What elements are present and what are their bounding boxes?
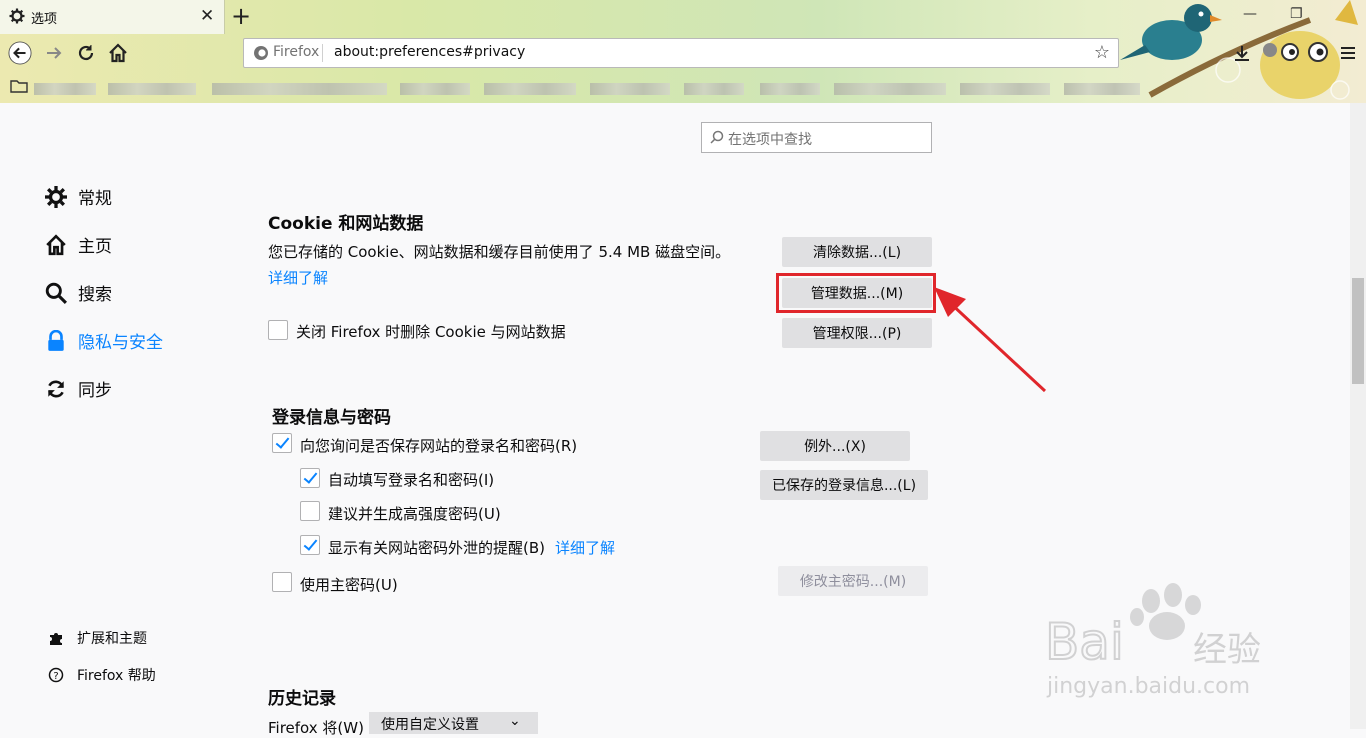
bookmark-item[interactable]: [400, 83, 470, 95]
new-tab-button[interactable]: +: [231, 2, 251, 30]
cookies-heading: Cookie 和网站数据: [268, 214, 424, 234]
search-placeholder: 在选项中查找: [728, 132, 812, 148]
vertical-scrollbar[interactable]: [1350, 103, 1366, 729]
delete-on-close-label: 关闭 Firefox 时删除 Cookie 与网站数据: [296, 323, 566, 341]
bookmark-item[interactable]: [484, 83, 576, 95]
sync-icon: [44, 377, 68, 401]
reload-icon: [78, 45, 94, 61]
download-icon[interactable]: [1233, 44, 1251, 62]
breach-alerts-checkbox[interactable]: [300, 535, 320, 555]
scrollbar-thumb[interactable]: [1352, 278, 1364, 384]
ask-save-logins-checkbox[interactable]: [272, 433, 292, 453]
bookmark-item[interactable]: [212, 83, 387, 95]
clear-data-button[interactable]: 清除数据...(L): [782, 237, 932, 267]
baidu-jingyan-watermark: Bai 经验 jingyan.baidu.com: [1045, 583, 1261, 699]
bookmark-item[interactable]: [684, 83, 744, 95]
reload-button[interactable]: [74, 41, 98, 65]
breach-alerts-label: 显示有关网站密码外泄的提醒(B): [328, 539, 545, 557]
generate-passwords-checkbox[interactable]: [300, 501, 320, 521]
firefox-icon: [254, 46, 268, 60]
lock-icon: [44, 329, 68, 353]
generate-passwords-label: 建议并生成高强度密码(U): [328, 505, 501, 523]
folder-icon[interactable]: [10, 80, 28, 93]
search-icon: [710, 130, 724, 144]
search-preferences-input[interactable]: 在选项中查找: [701, 122, 932, 153]
autofill-logins-label: 自动填写登录名和密码(I): [328, 471, 495, 489]
cookies-learn-more-link[interactable]: 详细了解: [268, 267, 328, 288]
svg-text:?: ?: [53, 671, 58, 682]
sidebar-item-sync[interactable]: 同步: [44, 376, 112, 401]
history-heading: 历史记录: [268, 689, 336, 709]
puzzle-icon: [48, 630, 64, 646]
back-button[interactable]: [8, 41, 32, 65]
sidebar-item-label: 搜索: [78, 285, 112, 305]
sidebar-item-label: 隐私与安全: [78, 333, 163, 353]
sidebar-item-label: 常规: [78, 189, 112, 209]
annotation-highlight-box: [776, 273, 936, 313]
sidebar-item-addons[interactable]: 扩展和主题: [48, 628, 147, 648]
sidebar-item-search[interactable]: 搜索: [44, 280, 112, 305]
home-icon: [44, 233, 68, 257]
master-password-label: 使用主密码(U): [300, 576, 398, 594]
sidebar-item-label: 主页: [78, 237, 112, 257]
url-bar[interactable]: Firefox about:preferences#privacy ☆: [243, 38, 1119, 68]
svg-text:Bai: Bai: [1045, 613, 1124, 671]
browser-chrome: 选项 ✕ + — ❐ Firefox about:preferences#pri…: [0, 0, 1366, 103]
home-icon: [109, 43, 127, 63]
login-exceptions-button[interactable]: 例外...(X): [760, 431, 910, 461]
bookmark-item[interactable]: [760, 83, 820, 95]
history-mode-label: Firefox 将(W): [268, 719, 364, 737]
menu-icon[interactable]: [1339, 44, 1357, 62]
gear-icon: [9, 8, 25, 24]
sidebar-item-label: 同步: [78, 381, 112, 401]
history-mode-value: 使用自定义设置: [381, 717, 479, 733]
bookmark-item[interactable]: [590, 83, 670, 95]
manage-permissions-button[interactable]: 管理权限...(P): [782, 318, 932, 348]
home-button[interactable]: [106, 41, 130, 65]
tab-close-icon[interactable]: ✕: [200, 6, 214, 26]
bookmark-star-icon[interactable]: ☆: [1094, 42, 1110, 63]
forward-arrow-icon: [47, 47, 62, 59]
identity-label: Firefox: [273, 44, 320, 60]
sidebar-footer-label: Firefox 帮助: [77, 668, 156, 684]
gear-icon: [44, 185, 68, 209]
delete-on-close-checkbox[interactable]: [268, 320, 288, 340]
sidebar-item-home[interactable]: 主页: [44, 232, 112, 257]
breach-learn-more-link[interactable]: 详细了解: [555, 537, 615, 558]
forward-button[interactable]: [42, 41, 66, 65]
change-master-password-button: 修改主密码...(M): [778, 566, 928, 596]
tab-title: 选项: [31, 12, 58, 27]
bookmark-item[interactable]: [834, 83, 946, 95]
bookmark-item[interactable]: [108, 83, 196, 95]
ask-save-logins-label: 向您询问是否保存网站的登录名和密码(R): [300, 437, 578, 455]
svg-text:经验: 经验: [1193, 630, 1261, 670]
url-text[interactable]: about:preferences#privacy: [334, 44, 525, 60]
search-icon: [44, 281, 68, 305]
url-separator: [322, 44, 323, 62]
preferences-content: 在选项中查找 常规 主页 搜索 隐私与安全 同步 扩展和主题 ? Firefox…: [0, 103, 1350, 737]
svg-text:jingyan.baidu.com: jingyan.baidu.com: [1046, 674, 1250, 699]
help-icon: ?: [48, 667, 64, 683]
logins-heading: 登录信息与密码: [272, 408, 391, 428]
tab-preferences[interactable]: 选项 ✕: [0, 0, 225, 34]
annotation-arrow-icon: [934, 287, 1047, 393]
sidebar-item-general[interactable]: 常规: [44, 184, 112, 209]
bookmark-item[interactable]: [34, 83, 96, 95]
autofill-logins-checkbox[interactable]: [300, 468, 320, 488]
saved-logins-button[interactable]: 已保存的登录信息...(L): [760, 470, 928, 500]
master-password-checkbox[interactable]: [272, 572, 292, 592]
sidebar-item-help[interactable]: ? Firefox 帮助: [48, 665, 156, 685]
bookmark-item[interactable]: [960, 83, 1050, 95]
history-mode-select[interactable]: 使用自定义设置 ⌄: [369, 712, 538, 734]
sidebar-item-privacy[interactable]: 隐私与安全: [44, 328, 163, 353]
back-arrow-icon: [8, 41, 32, 65]
sidebar-footer-label: 扩展和主题: [77, 631, 147, 647]
cookies-usage-text: 您已存储的 Cookie、网站数据和缓存目前使用了 5.4 MB 磁盘空间。: [268, 243, 731, 261]
chevron-down-icon: ⌄: [509, 713, 521, 729]
